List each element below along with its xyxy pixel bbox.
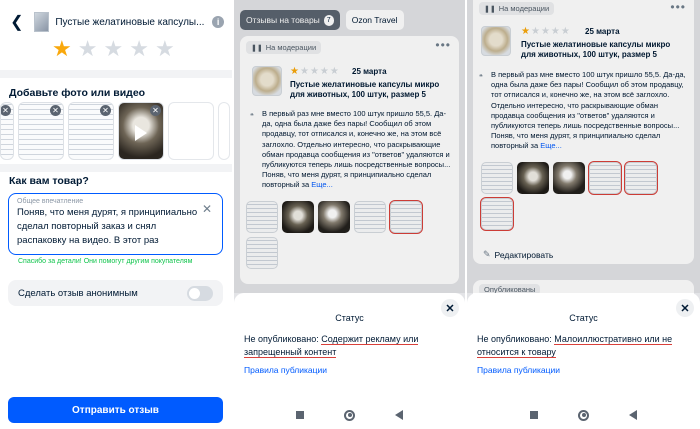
close-icon[interactable]: ✕ [441,299,459,317]
status-prefix: Не опубликовано: [477,334,552,344]
remove-icon[interactable]: ✕ [1,105,11,116]
home-icon[interactable] [344,409,355,421]
photo-thumb[interactable]: ✕ [0,102,14,160]
product-thumbnail [33,12,50,32]
submit-review-button[interactable]: Отправить отзыв [8,397,223,423]
add-photo-slot[interactable] [218,102,230,160]
star-2[interactable]: ★ [78,38,98,60]
thanks-hint: Спасибо за детали! Они помогут другим по… [18,258,193,265]
sheet-title: Статус [335,313,364,323]
info-icon[interactable]: i [212,16,224,28]
photos-row: ✕ ✕ ✕ ✕ [0,102,230,160]
star-4[interactable]: ★ [129,38,149,60]
system-navbar [234,401,465,429]
arrow-left-icon[interactable]: ❮ [8,13,26,31]
overlay-dim [234,0,465,293]
rules-link[interactable]: Правила публикации [244,365,327,375]
photo-thumb[interactable]: ✕ [68,102,114,160]
reviews-list-panel-1: Отзывы на товары 7 Ozon Travel ❚❚ На мод… [234,0,465,429]
divider [0,70,232,78]
remove-icon[interactable]: ✕ [50,105,61,116]
recents-icon[interactable] [296,411,304,419]
system-navbar [467,401,700,429]
review-textarea[interactable]: Общее впечатление Поняв, что меня дурят,… [8,193,223,255]
photo-thumb[interactable]: ✕ [18,102,64,160]
rating-stars[interactable]: ★ ★ ★ ★ ★ [52,38,175,60]
overlay-dim [467,0,700,293]
review-form-panel: ❮ Пустые желатиновые капсулы... i ★ ★ ★ … [0,0,232,429]
star-3[interactable]: ★ [103,38,123,60]
field-label: Общее впечатление [17,198,84,205]
back-icon[interactable] [395,410,403,420]
rules-link[interactable]: Правила публикации [477,365,560,375]
play-icon [135,125,147,141]
status-sheet: Статус ✕ Не опубликовано: Содержит рекла… [234,293,465,401]
back-icon[interactable] [629,410,637,420]
status-text: Не опубликовано: Содержит рекламу или за… [244,333,455,359]
sheet-title: Статус [569,313,598,323]
divider [0,164,232,172]
remove-icon[interactable]: ✕ [100,105,111,116]
home-icon[interactable] [578,409,589,421]
star-5[interactable]: ★ [155,38,175,60]
star-1[interactable]: ★ [52,38,72,60]
anonymous-label: Сделать отзыв анонимным [18,287,138,299]
review-text[interactable]: Поняв, что меня дурят, я принципиально с… [17,206,202,248]
recents-icon[interactable] [530,411,538,419]
photos-title: Добавьте фото или видео [9,87,146,99]
product-title: Пустые желатиновые капсулы... [55,16,205,28]
anonymous-row[interactable]: Сделать отзыв анонимным [8,280,223,306]
status-sheet: Статус ✕ Не опубликовано: Малоиллюстрати… [467,293,700,401]
question-title: Как вам товар? [9,175,89,187]
close-icon[interactable]: ✕ [676,299,694,317]
status-prefix: Не опубликовано: [244,334,319,344]
reviews-list-panel-2: ❚❚ На модерации ••• ★ ★ ★ ★ ★ 25 марта Пусты… [467,0,700,429]
header: ❮ Пустые желатиновые капсулы... i [8,8,224,36]
anonymous-toggle[interactable] [187,285,213,301]
remove-icon[interactable]: ✕ [150,105,161,116]
status-text: Не опубликовано: Малоиллюстративно или н… [477,333,690,359]
add-photo-slot[interactable] [168,102,214,160]
video-thumb[interactable]: ✕ [118,102,164,160]
clear-icon[interactable]: ✕ [202,202,212,216]
